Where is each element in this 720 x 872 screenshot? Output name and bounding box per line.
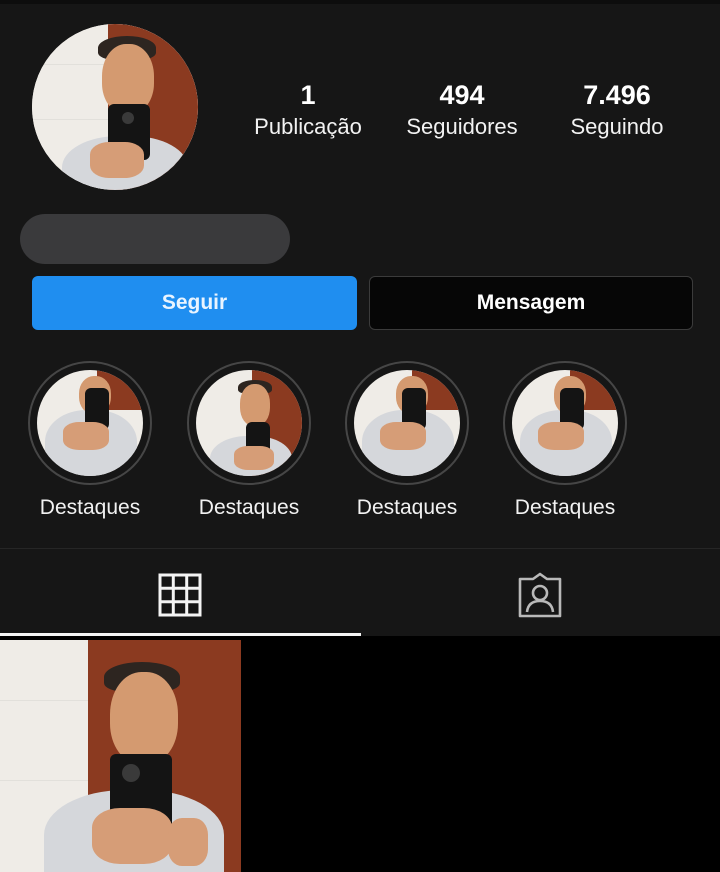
profile-avatar[interactable] bbox=[32, 24, 198, 190]
highlight-ring bbox=[28, 361, 152, 485]
highlight-ring bbox=[345, 361, 469, 485]
avatar-photo bbox=[32, 24, 198, 190]
post-photo bbox=[0, 640, 241, 872]
tab-tagged[interactable] bbox=[360, 556, 720, 634]
highlight-item[interactable]: Destaques bbox=[334, 361, 480, 522]
highlight-thumbnail bbox=[512, 370, 618, 476]
posts-count-label: Publicação bbox=[254, 114, 362, 139]
followers-count-value: 494 bbox=[439, 80, 485, 110]
highlight-thumbnail bbox=[196, 370, 302, 476]
highlight-label: Destaques bbox=[198, 496, 300, 519]
highlight-ring bbox=[503, 361, 627, 485]
top-edge bbox=[0, 0, 720, 4]
post-thumbnail[interactable] bbox=[0, 640, 241, 872]
highlight-ring bbox=[187, 361, 311, 485]
section-divider bbox=[0, 548, 720, 549]
following-count[interactable]: 7.496 Seguindo bbox=[542, 78, 692, 142]
highlight-label: Destaques bbox=[356, 496, 458, 519]
follow-button[interactable]: Seguir bbox=[32, 276, 357, 330]
followers-count[interactable]: 494 Seguidores bbox=[387, 78, 537, 142]
posts-count: 1 Publicação bbox=[233, 78, 383, 142]
message-button[interactable]: Mensagem bbox=[369, 276, 693, 330]
highlight-item[interactable]: Destaques bbox=[492, 361, 638, 522]
followers-count-label: Seguidores bbox=[406, 114, 518, 139]
tagged-user-icon bbox=[518, 572, 562, 618]
tab-posts-grid[interactable] bbox=[0, 556, 360, 634]
highlight-label: Destaques bbox=[39, 496, 141, 519]
posts-count-value: 1 bbox=[300, 80, 316, 110]
highlight-item[interactable]: Destaques bbox=[176, 361, 322, 522]
highlight-item[interactable]: Destaques bbox=[17, 361, 163, 522]
following-count-value: 7.496 bbox=[583, 80, 651, 110]
highlight-thumbnail bbox=[354, 370, 460, 476]
grid-icon bbox=[158, 573, 202, 617]
highlight-label: Destaques bbox=[514, 496, 616, 519]
redacted-username bbox=[20, 214, 290, 264]
highlight-thumbnail bbox=[37, 370, 143, 476]
following-count-label: Seguindo bbox=[570, 114, 664, 139]
